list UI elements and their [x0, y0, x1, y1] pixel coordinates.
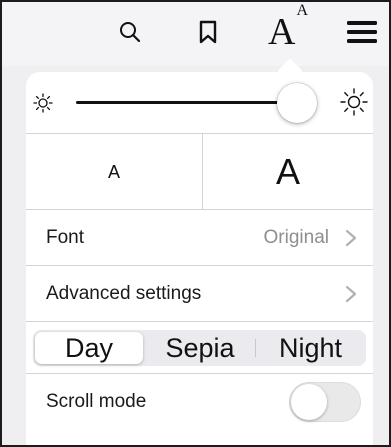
- chevron-right-icon: [345, 229, 357, 247]
- top-toolbar: A A: [2, 2, 389, 66]
- brightness-slider-thumb[interactable]: [277, 83, 317, 123]
- menu-button[interactable]: [342, 12, 382, 52]
- advanced-settings-row[interactable]: Advanced settings: [26, 266, 373, 322]
- font-value: Original: [263, 227, 329, 248]
- search-button[interactable]: [114, 12, 146, 52]
- increase-font-size-label: A: [275, 151, 300, 192]
- scroll-mode-row: Scroll mode: [26, 374, 373, 430]
- window-frame: A A A A Font Original Advanced settings …: [0, 0, 391, 447]
- menu-icon: [347, 21, 377, 43]
- font-label: Font: [46, 227, 85, 248]
- scroll-mode-toggle[interactable]: [289, 382, 361, 422]
- toggle-knob: [291, 384, 327, 420]
- theme-segmented-control: Day Sepia Night: [33, 330, 366, 366]
- increase-font-size-button[interactable]: A: [203, 134, 373, 210]
- advanced-settings-label: Advanced settings: [46, 283, 202, 304]
- brightness-high-icon: [340, 88, 368, 116]
- font-settings-big-a: A: [267, 11, 296, 53]
- bookmark-button[interactable]: [192, 12, 224, 52]
- brightness-low-icon: [33, 93, 53, 113]
- theme-night-option[interactable]: Night: [255, 330, 366, 366]
- theme-day-option[interactable]: Day: [35, 332, 143, 364]
- font-settings-button[interactable]: A A: [262, 2, 314, 53]
- bookmark-icon: [199, 20, 217, 44]
- settings-popover: A A Font Original Advanced settings Day …: [26, 72, 373, 445]
- font-settings-small-a: A: [296, 2, 308, 19]
- chevron-right-icon: [345, 285, 357, 303]
- decrease-font-size-label: A: [107, 161, 120, 182]
- font-row[interactable]: Font Original: [26, 210, 373, 266]
- theme-row: Day Sepia Night: [26, 322, 373, 374]
- scroll-mode-label: Scroll mode: [46, 391, 147, 412]
- font-settings-icon: A A: [267, 2, 308, 53]
- decrease-font-size-button[interactable]: A: [26, 134, 203, 210]
- brightness-row: [26, 72, 373, 134]
- theme-sepia-option[interactable]: Sepia: [145, 330, 255, 366]
- font-size-row: A A: [26, 134, 373, 210]
- search-icon: [120, 22, 141, 43]
